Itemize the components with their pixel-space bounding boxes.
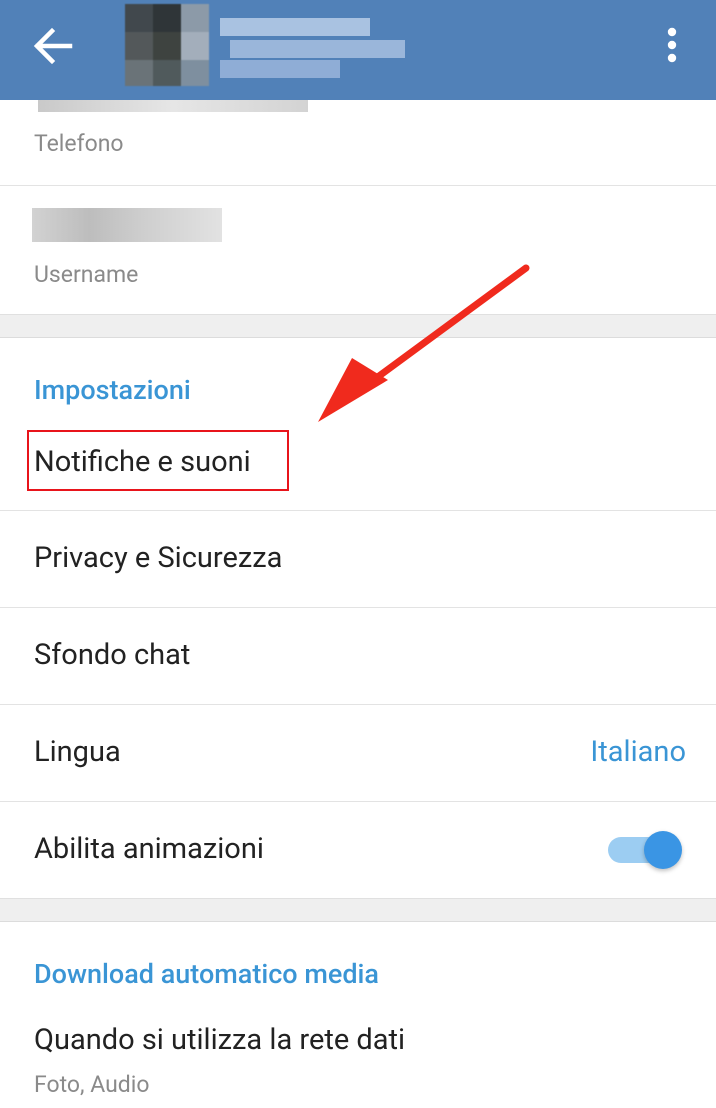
highlight-box: [27, 430, 289, 491]
phone-row[interactable]: Telefono: [0, 100, 716, 186]
section-header-download-media: Download automatico media: [34, 958, 379, 990]
username-label: Username: [34, 261, 139, 288]
annotation-arrow-icon: [318, 264, 530, 422]
settings-item-lingua[interactable]: Lingua Italiano: [0, 705, 716, 801]
settings-item-label: Lingua: [34, 735, 121, 769]
settings-item-label: Sfondo chat: [34, 638, 191, 672]
toggle-knob: [644, 831, 682, 869]
settings-item-sfondo-chat[interactable]: Sfondo chat: [0, 608, 716, 704]
section-separator: [0, 898, 716, 922]
media-item-label: Quando si utilizza la rete dati: [34, 1023, 406, 1057]
settings-item-label: Abilita animazioni: [34, 832, 264, 866]
media-item-sub: Foto, Audio: [34, 1071, 150, 1098]
phone-value-blurred: [38, 100, 308, 112]
animations-toggle[interactable]: [606, 828, 686, 874]
username-value-blurred: [32, 208, 222, 242]
phone-label: Telefono: [34, 130, 124, 157]
media-item-rete-dati[interactable]: Quando si utilizza la rete dati Foto, Au…: [0, 1005, 716, 1108]
more-options-button[interactable]: [658, 24, 686, 68]
settings-item-label: Privacy e Sicurezza: [34, 541, 283, 575]
profile-name-blurred: [220, 12, 405, 82]
avatar[interactable]: [125, 4, 209, 86]
settings-item-privacy[interactable]: Privacy e Sicurezza: [0, 511, 716, 607]
section-header-impostazioni: Impostazioni: [34, 374, 191, 406]
more-vertical-icon: [667, 27, 677, 63]
language-value: Italiano: [590, 735, 686, 769]
top-app-bar: [0, 0, 716, 100]
back-button[interactable]: [32, 27, 76, 65]
arrow-left-icon: [33, 27, 73, 65]
